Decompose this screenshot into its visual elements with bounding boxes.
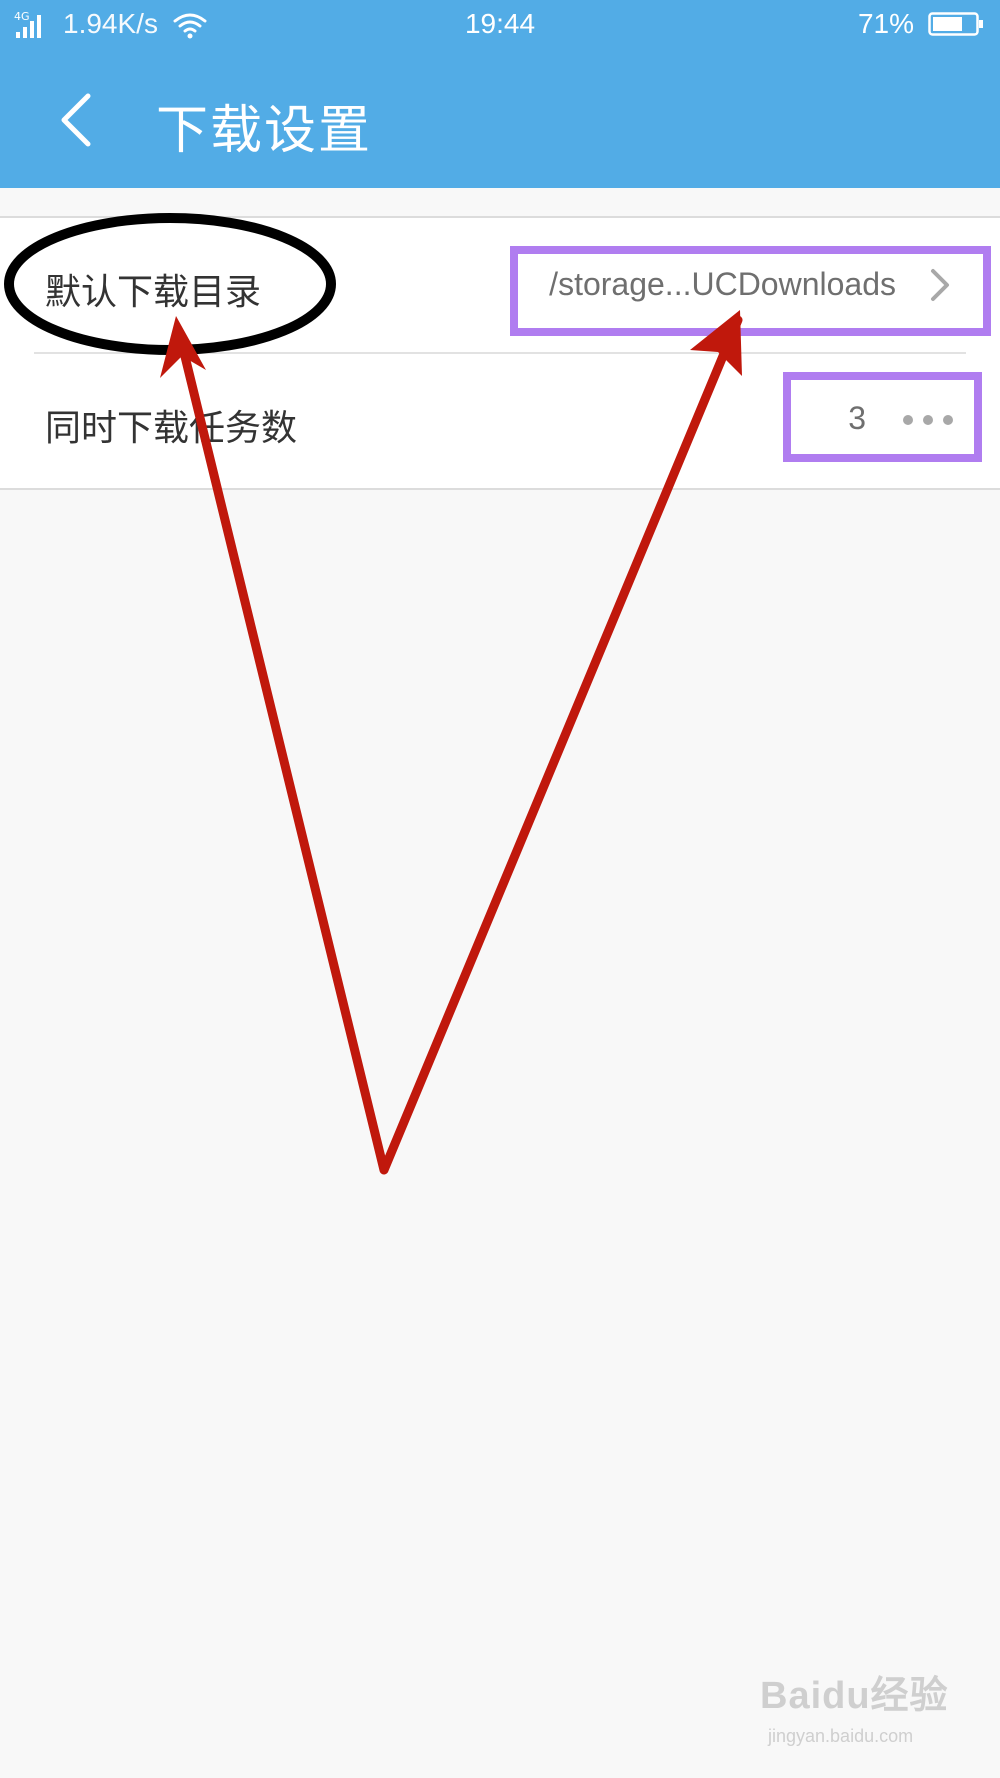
chevron-right-icon <box>931 269 949 301</box>
battery-icon <box>928 12 983 36</box>
app-header: 4G 1.94K/s 19:44 71% 下载设置 <box>0 0 1000 188</box>
concurrent-downloads-label: 同时下载任务数 <box>45 408 298 449</box>
clock: 19:44 <box>464 8 536 39</box>
battery-percent: 71% <box>857 8 914 39</box>
baidu-watermark: Baidu经验 jingyan.baidu.com <box>760 1664 960 1764</box>
back-button[interactable] <box>40 80 120 160</box>
more-dots-icon[interactable] <box>900 412 956 428</box>
watermark-logo: Baidu经验 <box>760 1675 949 1717</box>
page-title: 下载设置 <box>156 101 373 161</box>
setting-row-download-directory[interactable]: 默认下载目录 /storage...UCDownloads <box>0 218 1000 352</box>
setting-row-concurrent-downloads[interactable]: 同时下载任务数 3 <box>0 354 1000 488</box>
settings-list: 默认下载目录 /storage...UCDownloads 同时下载任务数 3 <box>0 216 1000 490</box>
watermark-url: jingyan.baidu.com <box>768 1726 914 1746</box>
chevron-left-icon <box>61 93 91 147</box>
status-bar: 4G 1.94K/s 19:44 71% <box>0 0 1000 54</box>
download-directory-value: /storage...UCDownloads <box>549 266 896 302</box>
download-directory-label: 默认下载目录 <box>45 272 262 313</box>
concurrent-downloads-value: 3 <box>848 400 866 436</box>
